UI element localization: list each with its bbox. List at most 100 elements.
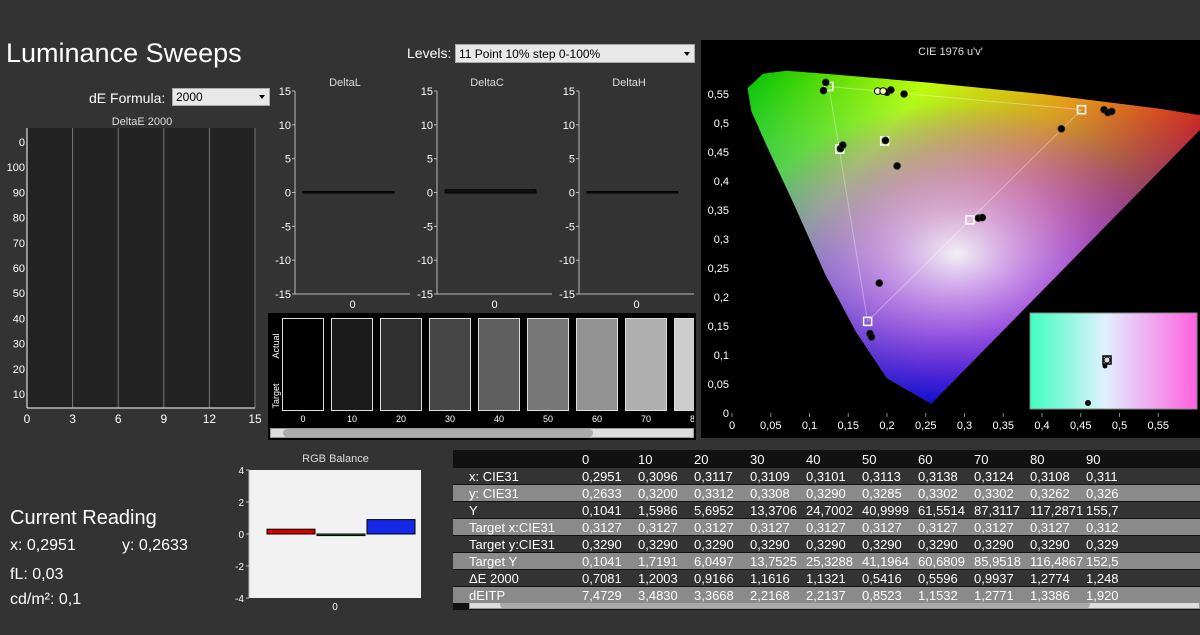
rgb-balance-chart: 4 2 0 -2 -4 0 [235, 466, 421, 613]
cie-ytick: 0,05 [708, 379, 729, 391]
table-cell: 0,1041 [582, 553, 622, 569]
deltae-ytick: 90 [13, 187, 25, 199]
cie-ytick: 0,4 [714, 176, 729, 188]
reading-fl-label: fL: [10, 566, 28, 583]
swatch-level-label: 0 [300, 414, 306, 424]
table-cell: 1,1321 [806, 570, 846, 586]
swatch-10 [331, 318, 373, 411]
reading-cd-label: cd/m²: [10, 591, 55, 608]
table-row-label: x: CIE31 [469, 468, 519, 484]
swatch-panel: Actual Target 0 10 20 30 40 50 60 70 80 [268, 313, 696, 440]
deltae-ytick: 20 [13, 364, 25, 376]
table-column-header: 0 [582, 451, 590, 467]
small-chart-ytick: 0 [569, 188, 575, 200]
table-cell: 2,2168 [750, 587, 790, 603]
levels-select[interactable]: 11 Point 10% step 0-100% [455, 44, 695, 63]
table-cell: 0,3113 [862, 468, 901, 484]
table-cell: 0,3127 [582, 519, 622, 535]
table-cell: 1,1532 [918, 587, 958, 603]
table-cell: 41,1964 [862, 553, 909, 569]
rgb-ytick: 4 [238, 466, 244, 477]
deltae-plot-area [27, 128, 255, 408]
table-cell: 7,4729 [582, 587, 622, 603]
cie-ytick: 0,35 [708, 205, 729, 217]
cie-panel: CIE 1976 u'v' 0 0,05 0,1 0,15 0,2 0,25 0,3 0,35… [701, 40, 1200, 438]
small-chart-ytick: -10 [417, 255, 433, 267]
table-cell: 0,7081 [582, 570, 622, 586]
cie-measured-point [1107, 107, 1116, 116]
small-chart-bar [444, 189, 537, 194]
deltae-xtick: 9 [160, 412, 167, 426]
reading-fl: fL: 0,03 [10, 566, 63, 584]
de-formula-select[interactable]: 2000 [172, 88, 270, 106]
table-row: Target Y 0,1041 1,7191 6,0497 13,7525 25,3288… [453, 553, 1200, 569]
swatch-level-label: 60 [591, 414, 602, 424]
table-cell: 152,5 [1086, 553, 1119, 569]
cie-xtick: 0,5 [1112, 420, 1127, 432]
reading-x-value: 0,2951 [26, 537, 76, 554]
cie-measured-point [879, 87, 887, 95]
de-formula-select-value: 2000 [176, 90, 203, 104]
table-row-label: Target x:CIE31 [469, 519, 555, 535]
small-chart-xtick: 0 [633, 299, 639, 310]
cie-measured-point [821, 78, 830, 87]
deltae-ytick: 100 [7, 162, 25, 174]
table-cell: 0,3302 [918, 485, 958, 501]
table-cell: 1,2771 [974, 587, 1014, 603]
table-cell: 0,3124 [974, 468, 1014, 484]
deltae-ytick: 30 [13, 339, 25, 351]
table-cell: 61,5514 [918, 502, 965, 518]
swatch-0 [282, 318, 324, 411]
reading-cd: cd/m²: 0,1 [10, 591, 81, 609]
table-cell: 0,3127 [1030, 519, 1070, 535]
reading-fl-value: 0,03 [32, 566, 64, 583]
table-cell: 1,2003 [638, 570, 678, 586]
table-cell: 116,4867 [1030, 553, 1084, 569]
table-cell: 0,3117 [694, 468, 733, 484]
table-cell: 60,6809 [918, 553, 965, 569]
swatch-level-label: 80 [689, 414, 694, 424]
small-chart-ytick: 5 [285, 154, 291, 166]
cie-xtick: 0,4 [1034, 420, 1049, 432]
cie-inset-zoom [1029, 312, 1198, 410]
table-cell: 0,3127 [750, 519, 790, 535]
swatch-scrollbar[interactable] [270, 428, 694, 438]
small-chart-ytick: 5 [569, 154, 575, 166]
table-cell: 0,3290 [974, 536, 1014, 552]
swatch-50 [527, 318, 569, 411]
table-cell: 40,9999 [862, 502, 909, 518]
table-cell: 1,7191 [638, 553, 678, 569]
table-cell: 85,9518 [974, 553, 1021, 569]
table-cell: 0,2951 [582, 468, 622, 484]
table-cell: 2,2137 [806, 587, 846, 603]
cie-xtick: 0,55 [1148, 420, 1169, 432]
cie-measured-point [887, 86, 895, 94]
swatch-row: 0 10 20 30 40 50 60 70 80 [282, 318, 694, 426]
table-cell: 3,4830 [638, 587, 678, 603]
reading-x: x: 0,2951 [10, 537, 76, 555]
swatch-level-label: 20 [395, 414, 406, 424]
table-column-header: 40 [806, 451, 821, 467]
de-formula-label: dE Formula: [89, 90, 166, 106]
small-chart-ytick: 15 [279, 86, 291, 98]
cie-inset-point [1102, 363, 1108, 369]
table-column-header: 70 [974, 451, 989, 467]
rgb-ytick: -4 [235, 594, 244, 605]
swatch-level-label: 10 [346, 414, 357, 424]
small-chart-ytick: -5 [423, 221, 433, 233]
table-cell: 87,3117 [974, 502, 1021, 518]
table-row-label: ΔE 2000 [469, 570, 519, 586]
table-row-label: y: CIE31 [469, 485, 519, 501]
cie-xtick: 0,05 [760, 420, 781, 432]
table-cell: 0,3262 [1030, 485, 1070, 501]
table-row: Target y:CIE31 0,3290 0,3290 0,3290 0,3290 0,… [453, 536, 1200, 552]
table-cell: 0,3127 [694, 519, 734, 535]
table-cell: 0,5596 [918, 570, 958, 586]
swatch-scroll-thumb[interactable] [283, 429, 593, 437]
table-column-header: 20 [694, 451, 709, 467]
cie-ytick: 0,2 [714, 292, 729, 304]
reading-cd-value: 0,1 [58, 591, 82, 608]
deltae-xtick: 12 [203, 412, 217, 426]
table-cell: 1,5986 [638, 502, 678, 518]
reading-x-label: x: [10, 537, 23, 554]
